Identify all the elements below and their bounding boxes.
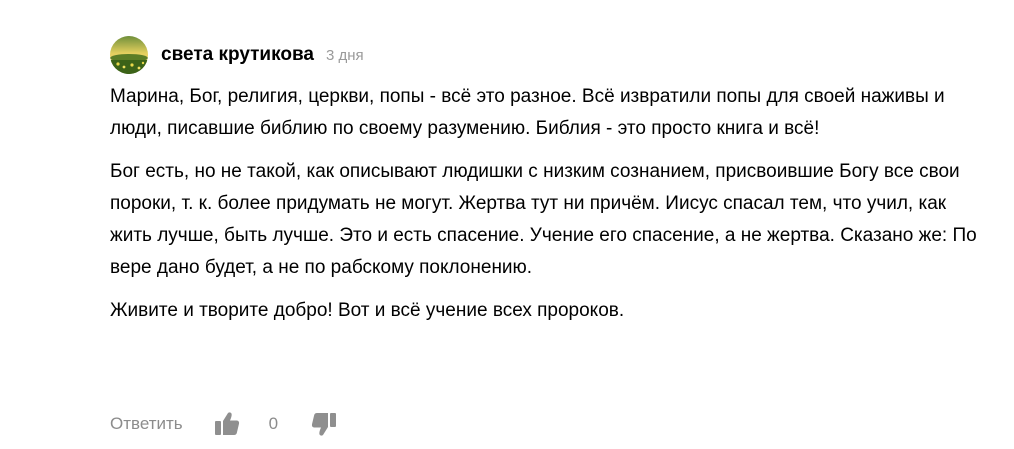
thumbs-up-icon	[214, 412, 239, 435]
like-count: 0	[268, 414, 279, 433]
comment-actions: Ответить 0	[110, 406, 338, 442]
thumbs-down-icon	[312, 413, 337, 436]
comment-paragraph: Живите и творите добро! Вот и всё учение…	[110, 300, 625, 321]
comment-paragraph: Марина, Бог, религия, церкви, попы - всё…	[110, 86, 945, 139]
dislike-button[interactable]	[310, 410, 338, 438]
comment-header: света крутикова 3 дня	[110, 34, 990, 76]
comment-body: Марина, Бог, религия, церкви, попы - всё…	[110, 81, 990, 327]
reply-button[interactable]: Ответить	[110, 414, 183, 434]
like-button[interactable]	[213, 410, 241, 438]
avatar-image	[110, 36, 148, 74]
comment-paragraph: Бог есть, но не такой, как описывают люд…	[110, 161, 977, 278]
comment-time: 3 дня	[325, 46, 364, 64]
comment: света крутикова 3 дня Марина, Бог, религ…	[110, 34, 990, 436]
author-name[interactable]: света крутикова	[161, 44, 314, 66]
avatar[interactable]	[110, 36, 148, 74]
